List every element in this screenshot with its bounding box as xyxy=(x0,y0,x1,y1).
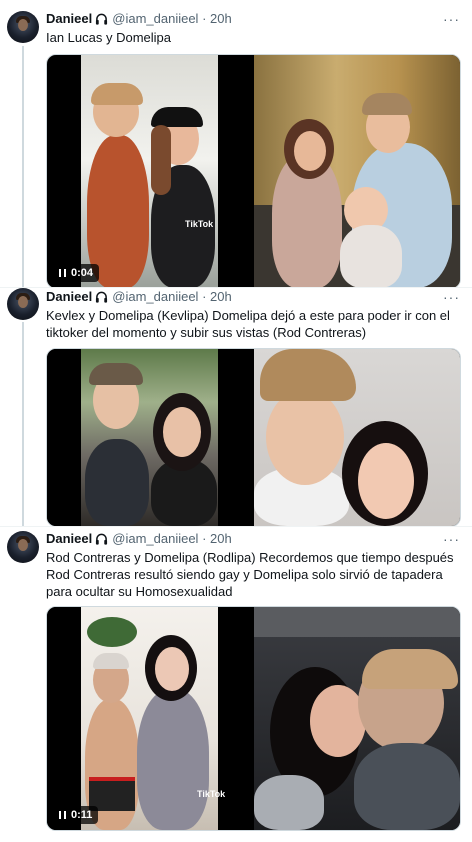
tiktok-watermark: TikTok xyxy=(185,219,214,229)
video-duration: 0:11 xyxy=(71,809,93,821)
video-duration-badge[interactable]: 0:11 xyxy=(53,806,99,824)
photo-thumbnail[interactable] xyxy=(47,349,252,526)
tweet-media[interactable] xyxy=(46,348,461,527)
tweet-3[interactable]: Danieel @iam_daniieel · 20h ··· Rod Contr… xyxy=(0,526,472,842)
separator-dot: · xyxy=(202,289,207,304)
timestamp[interactable]: 20h xyxy=(210,11,232,26)
divider xyxy=(0,526,472,527)
tweet-header: Danieel @iam_daniieel · 20h xyxy=(46,289,232,305)
photo-thumbnail[interactable] xyxy=(254,607,460,830)
display-name[interactable]: Danieel xyxy=(46,11,92,26)
timestamp[interactable]: 20h xyxy=(210,289,232,304)
tweet-header: Danieel @iam_daniieel · 20h xyxy=(46,531,232,547)
tweet-text: Kevlex y Domelipa (Kevlipa) Domelipa dej… xyxy=(46,308,450,340)
avatar[interactable] xyxy=(7,288,39,320)
tweet-1[interactable]: Danieel @iam_daniieel · 20h ··· Ian Lucas… xyxy=(0,0,472,289)
more-options-button[interactable]: ··· xyxy=(443,289,460,305)
tweet-text: Rod Contreras y Domelipa (Rodlipa) Recor… xyxy=(46,550,454,599)
more-options-button[interactable]: ··· xyxy=(443,531,460,547)
tweet-2[interactable]: Danieel @iam_daniieel · 20h ··· Kevlex y … xyxy=(0,288,472,527)
tiktok-watermark: TikTok xyxy=(197,789,226,799)
tweet-header: Danieel @iam_daniieel · 20h xyxy=(46,11,232,27)
separator-dot: · xyxy=(202,531,207,546)
avatar[interactable] xyxy=(7,11,39,43)
divider xyxy=(0,287,472,288)
pause-icon xyxy=(59,269,66,277)
video-thumbnail[interactable]: TikTok 0:04 xyxy=(47,55,252,288)
headphones-icon xyxy=(96,13,108,25)
thread-line xyxy=(22,322,24,526)
timestamp[interactable]: 20h xyxy=(210,531,232,546)
video-duration-badge[interactable]: 0:04 xyxy=(53,264,100,282)
pause-icon xyxy=(59,811,66,819)
video-thumbnail[interactable]: TikTok 0:11 xyxy=(47,607,252,830)
photo-thumbnail[interactable] xyxy=(254,349,460,526)
avatar[interactable] xyxy=(7,531,39,563)
user-handle[interactable]: @iam_daniieel xyxy=(112,11,198,26)
headphones-icon xyxy=(96,533,108,545)
user-handle[interactable]: @iam_daniieel xyxy=(112,531,198,546)
thread-line xyxy=(22,46,24,288)
separator-dot: · xyxy=(202,11,207,26)
tweet-text: Ian Lucas y Domelipa xyxy=(46,30,172,45)
photo-thumbnail[interactable] xyxy=(254,55,460,288)
user-handle[interactable]: @iam_daniieel xyxy=(112,289,198,304)
tweet-media[interactable]: TikTok 0:11 xyxy=(46,606,461,831)
display-name[interactable]: Danieel xyxy=(46,531,92,546)
display-name[interactable]: Danieel xyxy=(46,289,92,304)
headphones-icon xyxy=(96,291,108,303)
video-duration: 0:04 xyxy=(71,267,94,279)
more-options-button[interactable]: ··· xyxy=(443,11,460,27)
tweet-media[interactable]: TikTok 0:04 xyxy=(46,54,461,289)
